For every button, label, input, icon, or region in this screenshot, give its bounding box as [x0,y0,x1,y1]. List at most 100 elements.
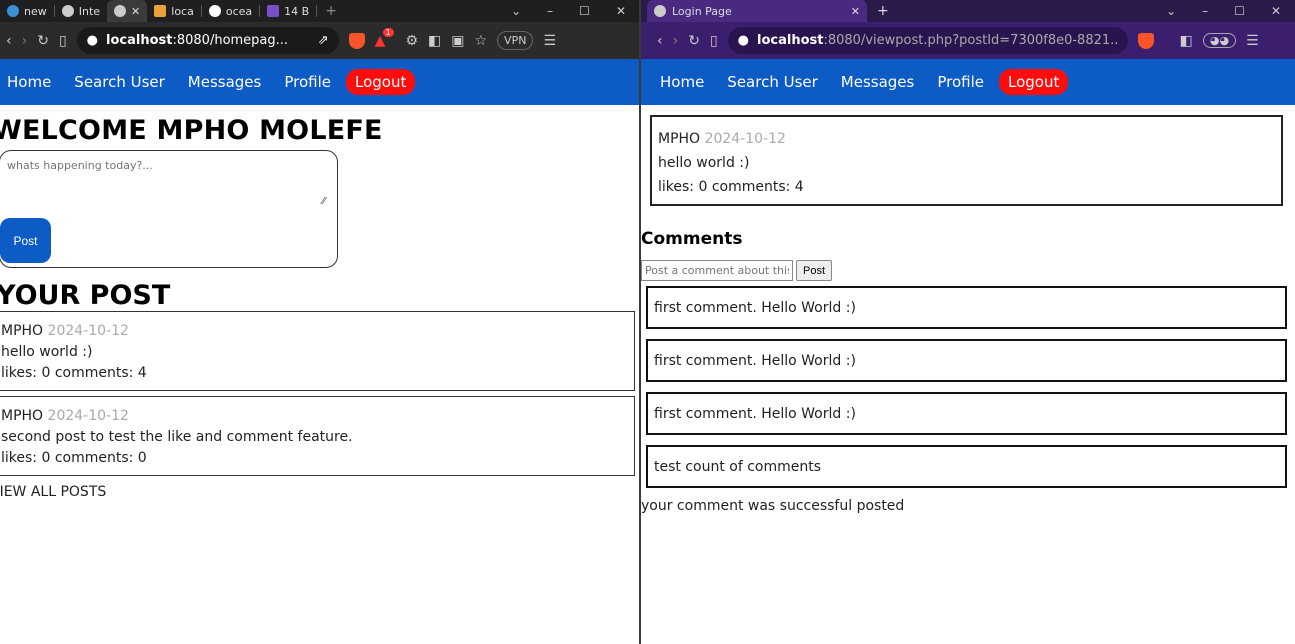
globe-icon [114,5,127,17]
welcome-heading: WELCOME MPHO MOLEFE [0,115,383,146]
post-card[interactable]: MPHO 2024-10-12 hello world :) likes: 0 … [0,311,635,391]
page-content: WELCOME MPHO MOLEFE ⁄⁄ Post YOUR POST MP… [0,115,640,500]
url-field[interactable]: ● localhost:8080/homepag... ⇗ [76,27,339,54]
comment-post-button[interactable]: Post [796,260,833,281]
comment-form: Post [641,260,1295,281]
extensions-icon[interactable]: ⚙ [405,33,418,49]
maximize-icon[interactable]: ☐ [579,4,590,18]
maximize-icon[interactable]: ☐ [1234,4,1245,18]
tab-0[interactable]: new [0,0,54,22]
new-tab-icon[interactable]: + [867,3,899,19]
page-content: MPHO 2024-10-12 hello world :) likes: 0 … [641,115,1295,514]
minimize-icon[interactable]: – [547,4,553,18]
nav-messages[interactable]: Messages [841,73,915,91]
logo-icon [154,5,167,17]
wallet-icon[interactable]: ▣ [451,33,464,49]
sidebar-icon[interactable]: ◧ [1180,33,1193,49]
view-all-posts-link[interactable]: VIEW ALL POSTS [0,484,640,500]
chevron-down-icon[interactable]: ⌄ [511,4,521,18]
bookmark-icon[interactable]: ▯ [710,33,718,49]
tab-5[interactable]: 14 B [260,0,316,22]
comment-list: first comment. Hello World :) first comm… [646,286,1287,488]
tab-label: ocea [225,4,253,18]
url-path: :8080/viewpost.php?postId=7300f8e0-8821.… [823,33,1118,48]
post-button[interactable]: Post [0,218,51,263]
tab-label: new [24,4,47,18]
info-icon[interactable]: ● [87,33,98,48]
comment-item: test count of comments [646,445,1287,488]
url-field[interactable]: ● localhost:8080/viewpost.php?postId=730… [727,27,1128,54]
tab-close-icon[interactable]: ✕ [131,5,140,18]
comment-item: first comment. Hello World :) [646,392,1287,435]
post-stats: likes: 0 comments: 0 [1,450,147,466]
share-icon[interactable]: ⇗ [318,33,329,48]
back-icon[interactable]: ‹ [657,33,663,49]
post-body: second post to test the like and comment… [1,429,353,445]
nav-profile[interactable]: Profile [937,73,984,91]
brave-shield-icon[interactable] [1137,32,1154,49]
window-controls: ⌄ – ☐ ✕ [1166,4,1295,18]
success-message: your comment was successful posted [641,498,905,514]
resize-grip-icon[interactable]: ⁄⁄ [322,196,325,207]
tab-1[interactable]: Inte [55,0,107,22]
post-date: 2024-10-12 [47,408,129,424]
post-stats: likes: 0 comments: 4 [1,365,147,381]
logout-button[interactable]: Logout [346,69,416,95]
nav-profile[interactable]: Profile [284,73,331,91]
compose-input[interactable] [5,157,333,209]
address-bar: ‹ › ↻ ▯ ● localhost:8080/homepag... ⇗ ▲ 1… [0,22,640,59]
sidebar-icon[interactable]: ◧ [428,33,441,49]
nav-messages[interactable]: Messages [188,73,262,91]
app-icon [267,5,280,17]
close-icon[interactable]: ✕ [1271,4,1281,18]
tab-close-icon[interactable]: ✕ [851,5,860,18]
menu-icon[interactable]: ☰ [543,33,556,49]
your-post-heading: YOUR POST [0,280,171,311]
rewards-badge: 1 [382,27,394,37]
tab-4[interactable]: ocea [202,0,259,22]
window-controls: ⌄ – ☐ ✕ [511,4,640,18]
cloud-icon [7,5,19,17]
vpn-button[interactable]: VPN [497,31,534,50]
logout-button[interactable]: Logout [999,69,1069,95]
reload-icon[interactable]: ↻ [688,33,700,49]
star-icon[interactable]: ☆ [474,33,487,49]
brave-shield-icon[interactable] [348,32,365,49]
chevron-down-icon[interactable]: ⌄ [1166,4,1176,18]
tab-active[interactable]: ✕ [107,0,148,22]
post-author: MPHO [658,131,701,147]
post-body: hello world :) [658,155,750,171]
url-host: localhost [106,33,173,48]
nav-home[interactable]: Home [7,73,51,91]
tab-active[interactable]: Login Page ✕ [647,0,867,22]
close-icon[interactable]: ✕ [616,4,626,18]
private-mode-icon[interactable]: ◕◕ [1202,33,1237,48]
post-card[interactable]: MPHO 2024-10-12 second post to test the … [0,396,635,476]
browser-window-right: Login Page ✕ + ⌄ – ☐ ✕ ‹ › ↻ ▯ ● localho… [641,0,1295,644]
tab-label: 14 B [284,4,310,18]
minimize-icon[interactable]: – [1202,4,1208,18]
site-nav: Home Search User Messages Profile Logout [0,59,640,105]
nav-search-user[interactable]: Search User [727,73,818,91]
post-author: MPHO [1,323,44,339]
nav-home[interactable]: Home [660,73,704,91]
nav-search-user[interactable]: Search User [74,73,165,91]
post-author: MPHO [1,408,44,424]
comment-input[interactable] [641,260,793,281]
url-path: :8080/homepag... [172,33,289,48]
tab-strip: new Inte ✕ loca ocea 14 B + ⌄ – ☐ ✕ [0,0,640,22]
bookmark-icon[interactable]: ▯ [59,33,67,49]
forward-icon[interactable]: › [673,33,679,49]
new-tab-icon[interactable]: + [317,3,345,19]
back-icon[interactable]: ‹ [6,33,12,49]
site-nav: Home Search User Messages Profile Logout [641,59,1295,105]
reload-icon[interactable]: ↻ [37,33,49,49]
info-icon[interactable]: ● [738,33,749,48]
menu-icon[interactable]: ☰ [1246,33,1259,49]
tab-3[interactable]: loca [147,0,201,22]
brave-rewards-icon[interactable]: ▲ 1 [375,27,394,49]
forward-icon[interactable]: › [22,33,28,49]
tab-strip: Login Page ✕ + ⌄ – ☐ ✕ [641,0,1295,22]
tab-label: Inte [78,4,101,18]
comment-item: first comment. Hello World :) [646,286,1287,329]
